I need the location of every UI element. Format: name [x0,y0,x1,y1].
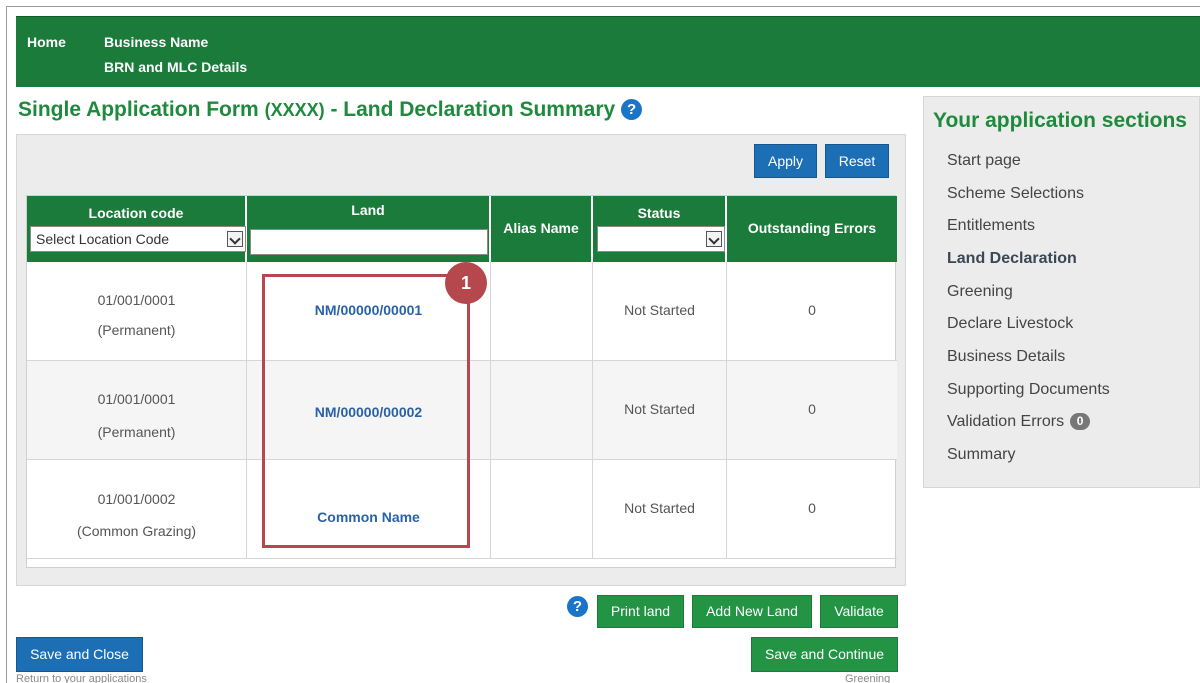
help-icon[interactable]: ? [621,99,643,120]
location-code-cell: 01/001/0001 (Permanent) [27,361,247,459]
application-sections-sidebar: Your application sections Start page Sch… [923,96,1200,488]
print-land-button[interactable]: Print land [597,595,684,628]
validate-button[interactable]: Validate [820,595,898,628]
table-header: Location code Select Location Code Land … [27,196,897,262]
top-nav-bar: Home Business Name BRN and MLC Details [16,16,1200,87]
sidebar-item-validation-errors[interactable]: Validation Errors 0 [947,413,1091,431]
location-code-cell: 01/001/0002 (Common Grazing) [27,460,247,558]
status-cell: Not Started [593,361,727,459]
column-label-alias-name: Alias Name [503,220,579,236]
sidebar-item-declare-livestock[interactable]: Declare Livestock [947,315,1073,333]
save-and-continue-hint: Greening [845,673,891,683]
errors-count: 0 [808,401,816,417]
sidebar-item-start-page[interactable]: Start page [947,152,1021,170]
nav-brn-mlc-link[interactable]: BRN and MLC Details [104,59,247,75]
sidebar-title: Your application sections [933,109,1187,132]
alias-cell [491,361,593,459]
column-label-location-code: Location code [88,205,184,221]
sidebar-item-business-details[interactable]: Business Details [947,348,1065,366]
location-code: 01/001/0002 [97,491,176,507]
nav-home-link[interactable]: Home [27,34,66,50]
annotation-highlight-box [262,274,470,548]
page-title: Single Application Form (XXXX) - Land De… [18,98,643,122]
page-title-code: (XXXX) [264,100,325,120]
location-type: (Common Grazing) [76,523,197,539]
errors-cell: 0 [727,361,897,459]
location-code-select-value: Select Location Code [36,231,170,247]
location-type: (Permanent) [97,322,176,338]
location-type: (Permanent) [97,424,176,440]
reset-button[interactable]: Reset [825,144,889,178]
column-header-status: Status [593,196,727,262]
add-new-land-button[interactable]: Add New Land [692,595,812,628]
help-icon[interactable]: ? [567,596,588,617]
column-header-location-code: Location code Select Location Code [27,196,247,262]
alias-cell [491,460,593,558]
location-code-select[interactable]: Select Location Code [30,226,246,252]
sidebar-item-entitlements[interactable]: Entitlements [947,217,1035,235]
page-title-rest: - Land Declaration Summary [330,98,616,121]
column-label-outstanding-errors: Outstanding Errors [747,220,877,236]
status-cell: Not Started [593,460,727,558]
sidebar-item-scheme-selections[interactable]: Scheme Selections [947,185,1084,203]
save-and-close-hint: Return to your applications [16,673,147,683]
save-and-continue-button[interactable]: Save and Continue [751,637,898,672]
alias-cell [491,262,593,360]
column-label-land: Land [351,202,385,218]
chevron-down-icon [227,231,243,247]
errors-cell: 0 [727,460,897,558]
location-code-cell: 01/001/0001 (Permanent) [27,262,247,360]
errors-count: 0 [808,302,816,318]
sidebar-item-land-declaration[interactable]: Land Declaration [947,250,1077,268]
column-header-outstanding-errors: Outstanding Errors [727,196,897,262]
sidebar-item-summary[interactable]: Summary [947,446,1015,464]
status-text: Not Started [624,302,695,318]
chevron-down-icon [706,231,722,247]
column-header-land: Land [247,196,491,262]
validation-errors-count-badge: 0 [1070,413,1091,430]
errors-count: 0 [808,500,816,516]
sidebar-item-greening[interactable]: Greening [947,283,1013,301]
sidebar-item-supporting-documents[interactable]: Supporting Documents [947,381,1110,399]
land-filter-input[interactable] [250,229,488,255]
save-and-close-button[interactable]: Save and Close [16,637,143,672]
status-cell: Not Started [593,262,727,360]
annotation-number-badge: 1 [445,262,487,304]
apply-button[interactable]: Apply [754,144,817,178]
column-label-status: Status [637,205,681,221]
page-title-main: Single Application Form [18,98,259,121]
status-select[interactable] [597,226,725,252]
nav-business-name-link[interactable]: Business Name [104,34,208,50]
status-text: Not Started [624,401,695,417]
location-code: 01/001/0001 [97,292,176,308]
errors-cell: 0 [727,262,897,360]
status-text: Not Started [624,500,695,516]
sidebar-item-label: Validation Errors [947,413,1065,430]
column-header-alias-name: Alias Name [491,196,593,262]
location-code: 01/001/0001 [97,391,176,407]
